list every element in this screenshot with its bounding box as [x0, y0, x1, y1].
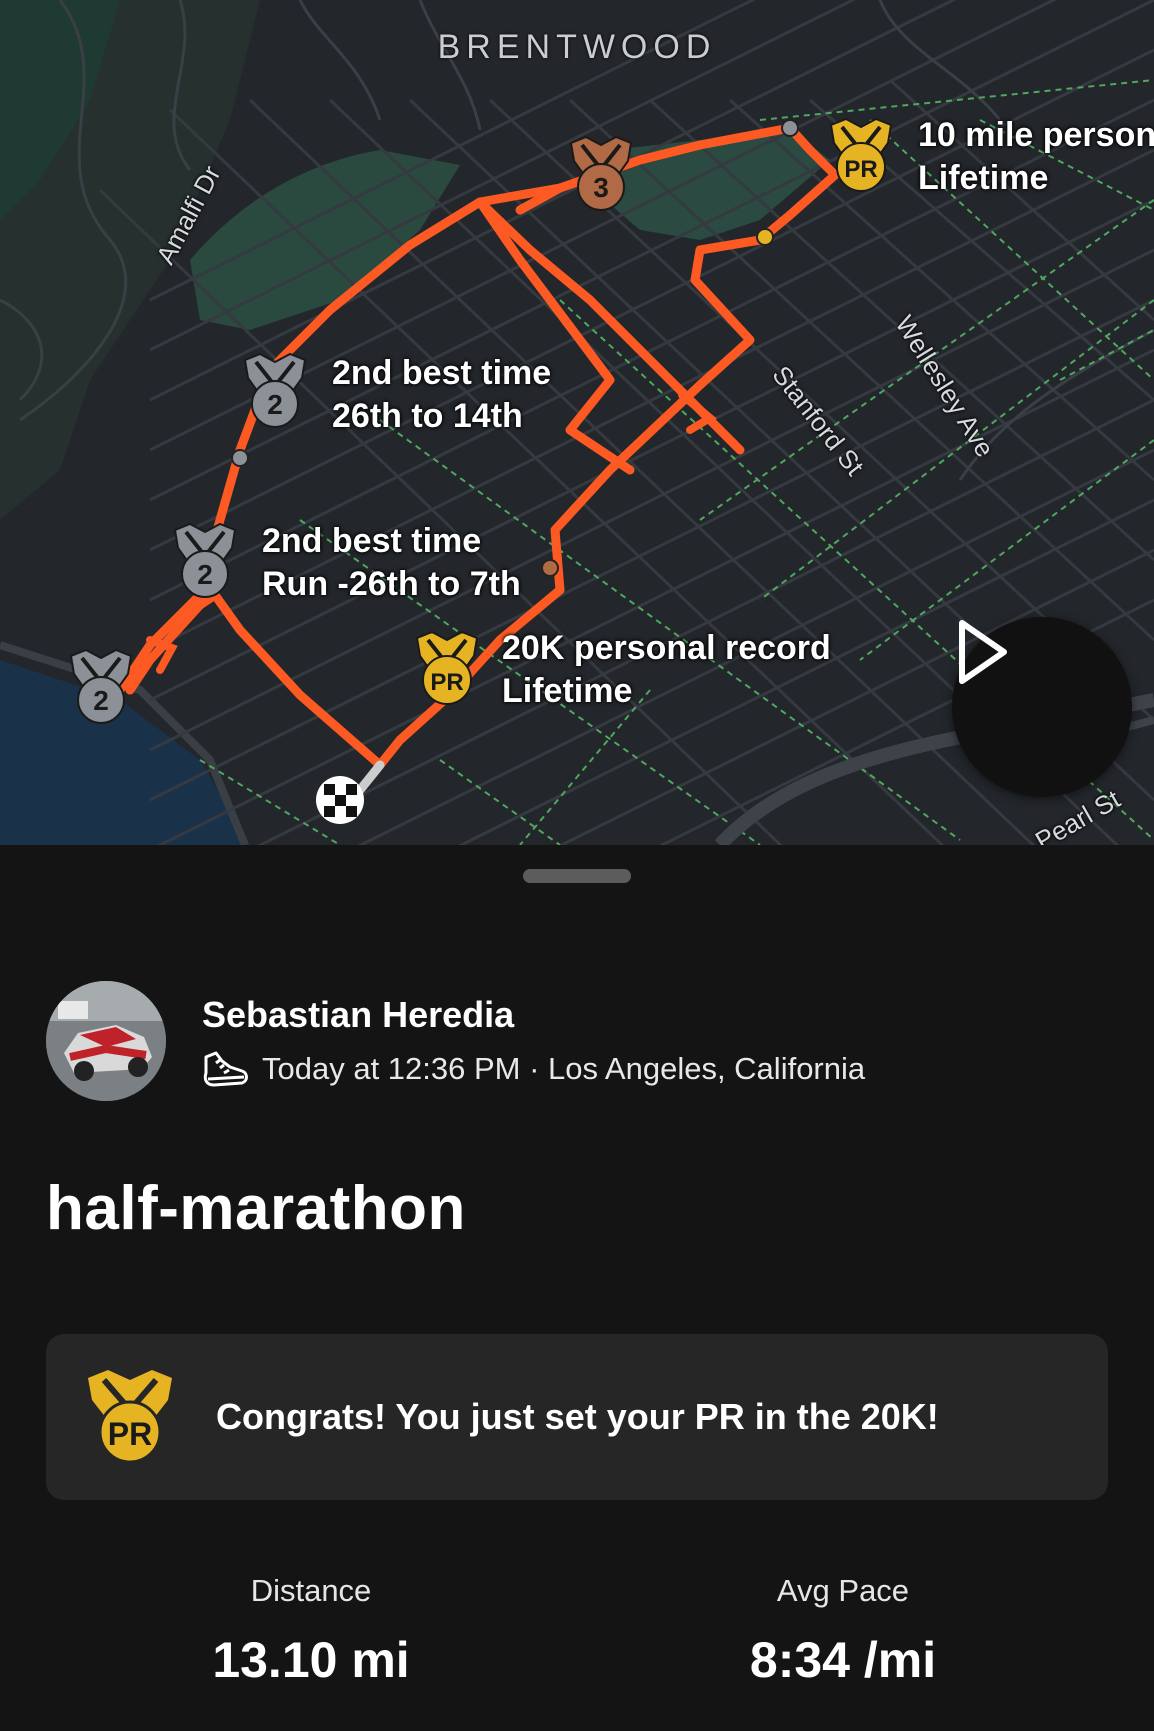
stat-label: Distance [250, 1573, 372, 1608]
activity-title: half-marathon [46, 1174, 466, 1243]
checkered-flag-icon [316, 776, 364, 824]
stat-avg-pace: Avg Pace 8:34 /mi [643, 1573, 1043, 1689]
play-icon [959, 620, 1007, 684]
annotation-subtitle: Run -26th to 7th [262, 565, 521, 603]
segment-annotation[interactable]: 10 mile person Lifetime [918, 114, 1154, 200]
neighborhood-label: BRENTWOOD [437, 28, 717, 66]
drag-handle[interactable] [523, 869, 631, 883]
silver-medal-icon: 2 [243, 352, 307, 428]
stat-value: 13.10 mi [212, 1632, 410, 1688]
running-shoe-icon [203, 1051, 248, 1087]
svg-text:PR: PR [844, 156, 877, 183]
segment-annotation[interactable]: 2nd best time 26th to 14th [332, 352, 551, 438]
annotation-title: 2nd best time [262, 522, 482, 560]
pr-medal-icon: PR [415, 630, 479, 705]
route-map[interactable]: BRENTWOOD Amalfi Dr Stanford St Wellesle… [0, 0, 1154, 845]
segment-annotation[interactable]: 2nd best time Run -26th to 7th [262, 520, 521, 606]
annotation-title: 20K personal record [502, 629, 831, 667]
svg-text:2: 2 [197, 559, 213, 590]
segment-annotation[interactable]: 20K personal record Lifetime [502, 627, 831, 713]
stat-value: 8:34 /mi [749, 1632, 937, 1688]
pr-medal-icon: PR [88, 1370, 172, 1464]
activity-meta: Today at 12:36 PM · Los Angeles, Califor… [262, 1051, 866, 1086]
pr-banner-text: Congrats! You just set your PR in the 20… [216, 1396, 939, 1437]
athlete-name[interactable]: Sebastian Heredia [202, 993, 865, 1037]
svg-text:PR: PR [108, 1416, 152, 1452]
annotation-title: 10 mile person [918, 116, 1154, 154]
pr-medal-icon: PR [829, 117, 893, 192]
silver-medal-icon: 2 [173, 522, 237, 598]
golf-course [605, 130, 830, 240]
annotation-subtitle: Lifetime [918, 159, 1049, 197]
avatar-image [46, 981, 166, 1101]
annotation-subtitle: Lifetime [502, 672, 633, 710]
pr-achievement-banner[interactable]: PR Congrats! You just set your PR in the… [46, 1334, 1108, 1500]
annotation-title: 2nd best time [332, 354, 552, 392]
svg-text:3: 3 [593, 172, 609, 203]
athlete-header[interactable]: Sebastian Heredia Today at 12:36 PM · Lo… [46, 981, 865, 1101]
activity-sheet: Sebastian Heredia Today at 12:36 PM · Lo… [0, 845, 1154, 1731]
svg-text:PR: PR [430, 669, 463, 696]
stat-label: Avg Pace [776, 1573, 910, 1608]
svg-text:2: 2 [267, 389, 283, 420]
svg-text:2: 2 [93, 685, 109, 716]
annotation-subtitle: 26th to 14th [332, 397, 523, 435]
play-flyover-button[interactable] [952, 617, 1132, 797]
silver-medal-icon: 2 [69, 648, 133, 724]
stat-distance: Distance 13.10 mi [111, 1573, 511, 1689]
avatar[interactable] [46, 981, 166, 1101]
bronze-medal-icon: 3 [569, 135, 633, 211]
